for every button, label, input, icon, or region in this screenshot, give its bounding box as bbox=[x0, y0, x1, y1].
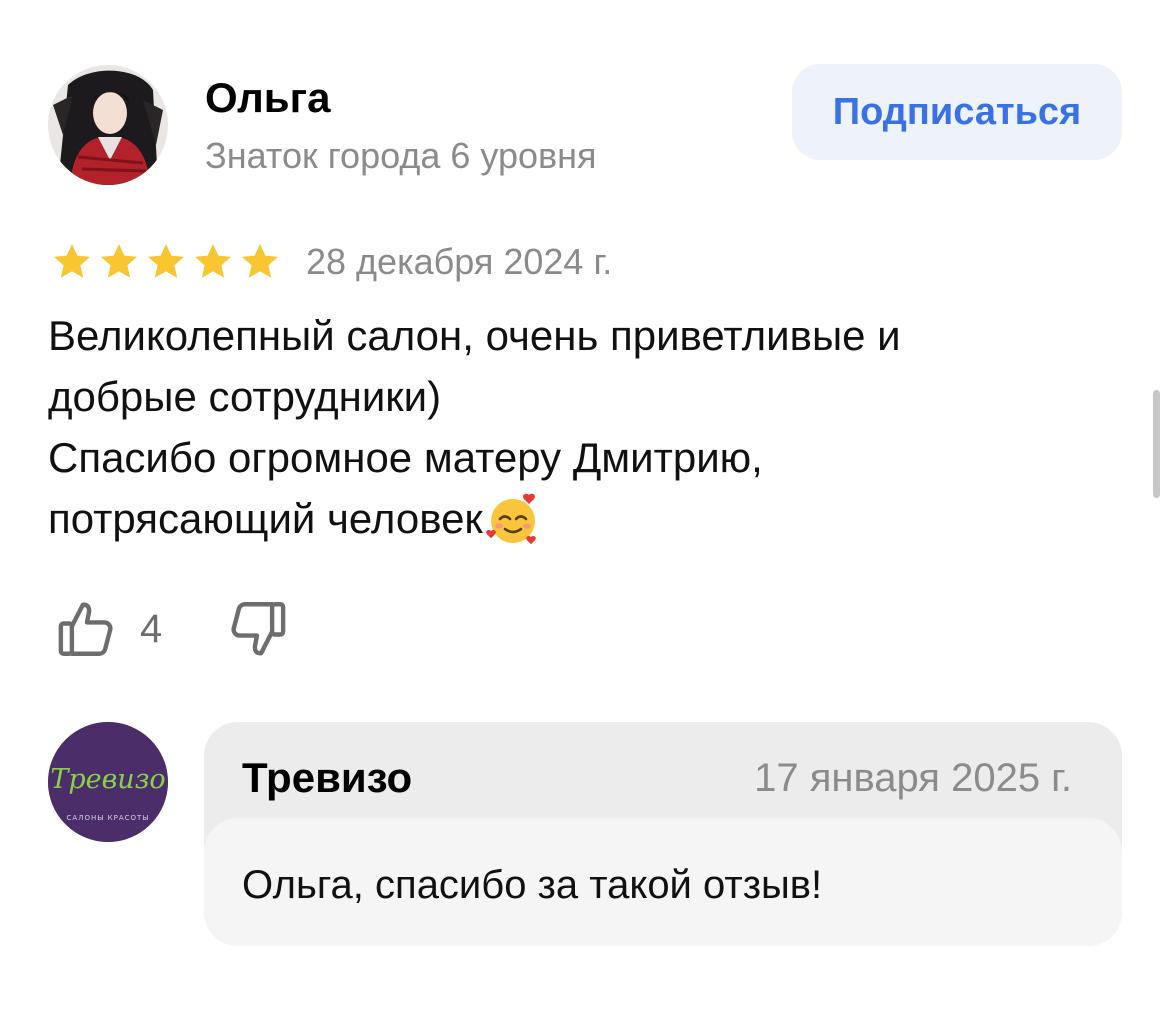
subscribe-button[interactable]: Подписаться bbox=[792, 64, 1122, 160]
star-icon bbox=[195, 244, 231, 278]
review-text-content: Великолепный салон, очень приветливые и … bbox=[48, 312, 901, 542]
thumbs-down-icon bbox=[231, 602, 286, 656]
review-date: 28 декабря 2024 г. bbox=[306, 241, 613, 282]
business-reply-card: Тревизо 17 января 2025 г. Ольга, спасибо… bbox=[204, 722, 1122, 946]
reply-author[interactable]: Тревизо bbox=[242, 752, 412, 804]
star-icon bbox=[148, 244, 184, 278]
reviewer-avatar[interactable] bbox=[48, 65, 168, 185]
like-count: 4 bbox=[140, 607, 163, 651]
scrollbar[interactable] bbox=[1153, 390, 1160, 498]
smiling-face-with-hearts-icon bbox=[486, 493, 536, 545]
reply-text: Ольга, спасибо за такой отзыв! bbox=[242, 863, 823, 907]
like-button[interactable]: 4 bbox=[54, 596, 162, 662]
business-logo-text: Тревизо bbox=[50, 764, 165, 795]
rating-stars bbox=[50, 240, 282, 284]
reviewer-name[interactable]: Ольга bbox=[205, 72, 330, 124]
reply-body: Ольга, спасибо за такой отзыв! bbox=[204, 818, 1122, 946]
thumbs-up-icon bbox=[58, 602, 113, 656]
star-icon bbox=[54, 244, 90, 278]
business-logo-subtext: САЛОНЫ КРАСОТЫ bbox=[67, 814, 150, 822]
star-icon bbox=[101, 244, 137, 278]
review-text: Великолепный салон, очень приветливые и … bbox=[48, 305, 1108, 549]
reply-date: 17 января 2025 г. bbox=[754, 756, 1072, 800]
business-avatar[interactable]: Тревизо САЛОНЫ КРАСОТЫ bbox=[48, 722, 168, 842]
dislike-button[interactable] bbox=[224, 596, 290, 662]
review-screen: Ольга Знаток города 6 уровня Подписаться… bbox=[0, 0, 1170, 1022]
reviewer-level: Знаток города 6 уровня bbox=[205, 135, 597, 176]
star-icon bbox=[242, 244, 278, 278]
